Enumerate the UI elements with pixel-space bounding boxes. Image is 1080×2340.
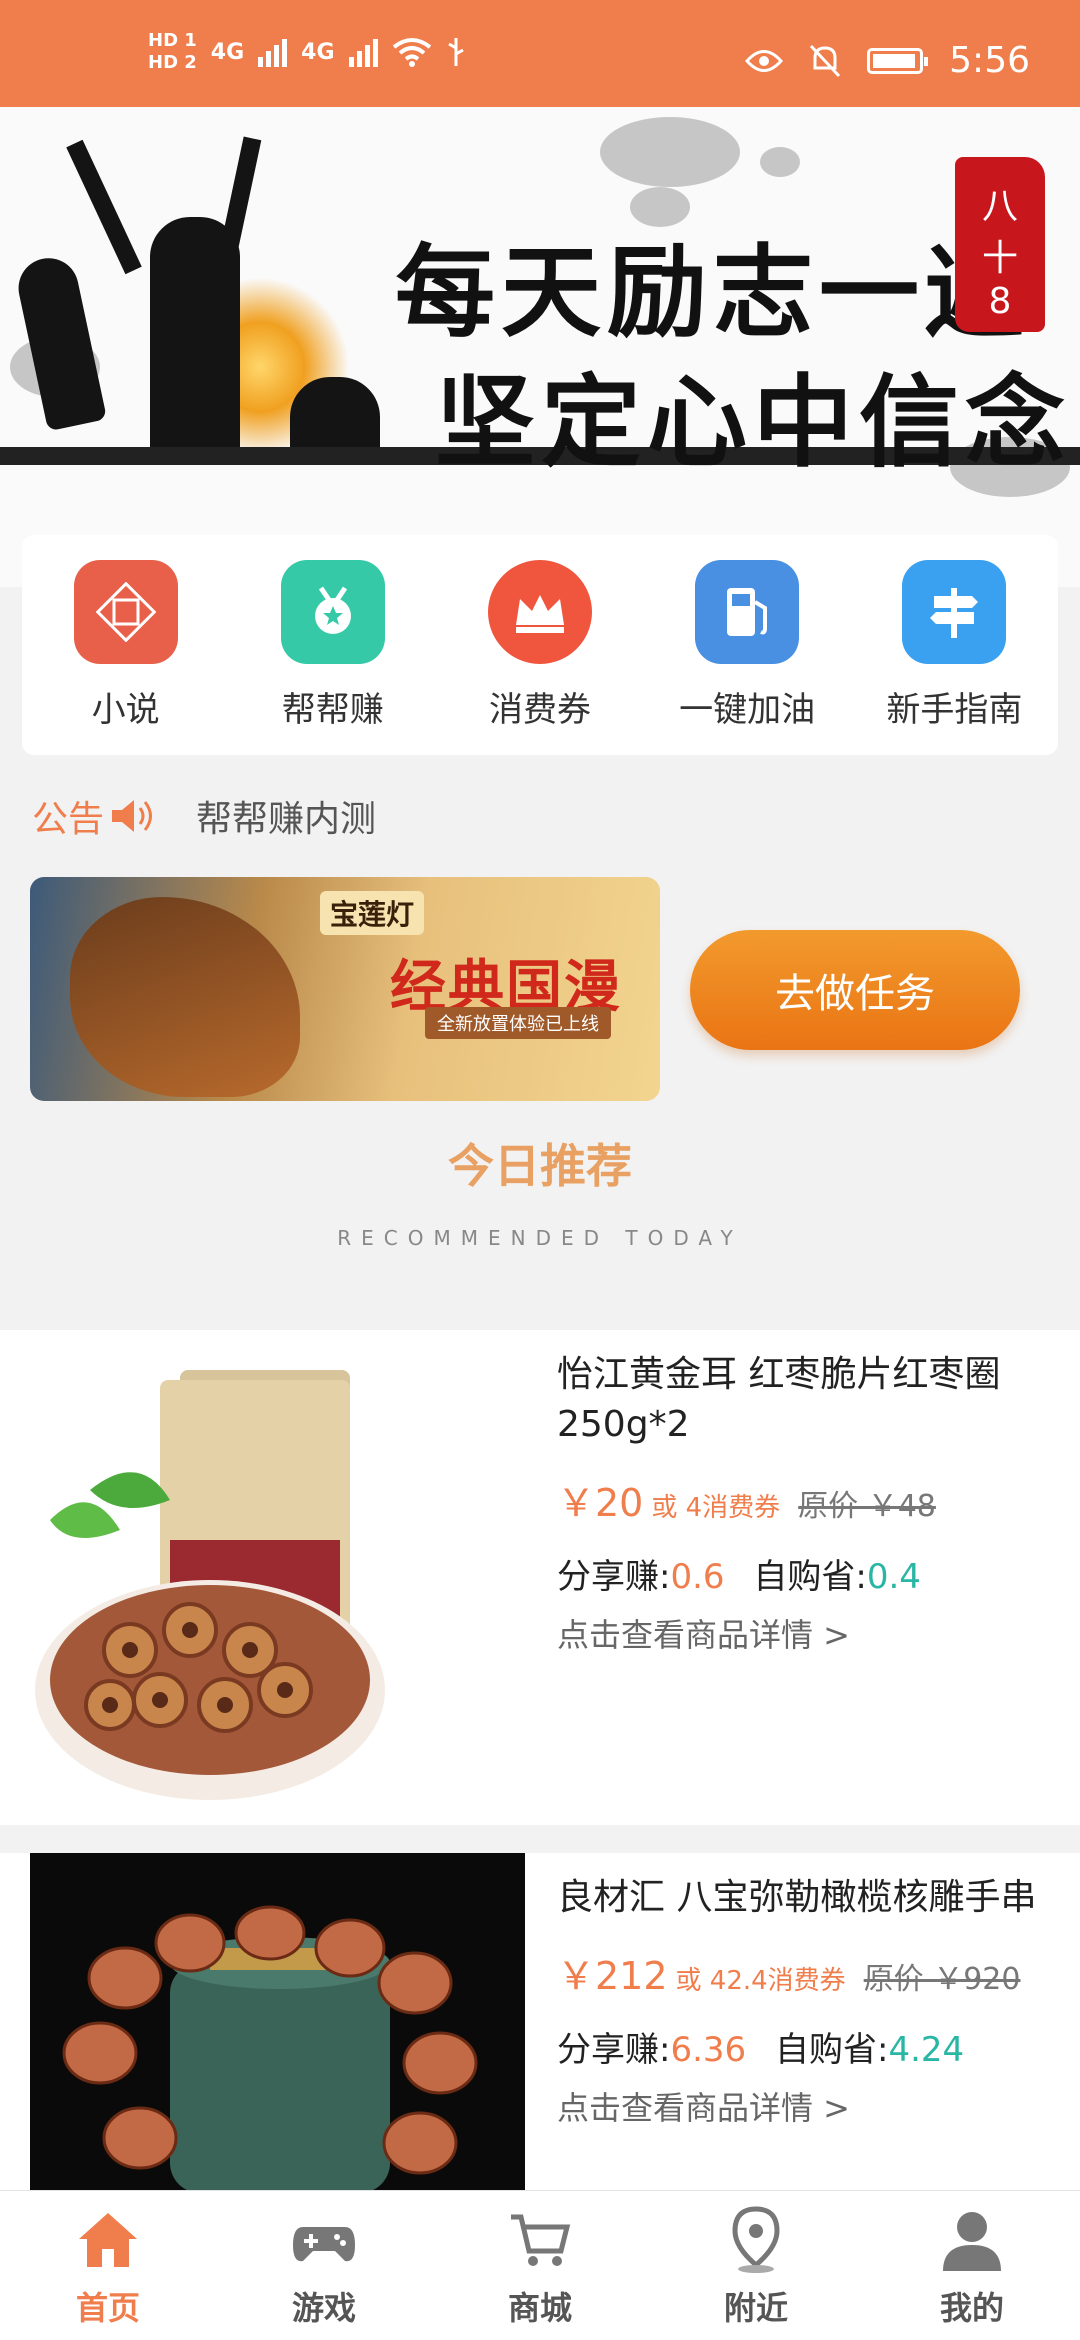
tab-label: 首页 (75, 2289, 140, 2327)
hd2-label: HD 2 (148, 52, 197, 73)
product-original-price: 原价 ￥920 (863, 1962, 1021, 1997)
tab-mall[interactable]: 商城 (432, 2191, 648, 2340)
product-title: 良材汇 八宝弥勒橄榄核雕手串 (557, 1877, 1037, 1918)
menu-label: 帮帮赚 (281, 690, 384, 730)
product-price-row: ￥20 或 4消费券 原价 ￥48 (557, 1472, 1072, 1527)
product-detail-link[interactable]: 点击查看商品详情 > (557, 2083, 1072, 2129)
product-earnings: 分享赚:0.6 自购省:0.4 (557, 1549, 1072, 1598)
product-price: ￥212 (557, 1954, 668, 1998)
menu-label: 小说 (91, 690, 160, 730)
tab-games[interactable]: 游戏 (216, 2191, 432, 2340)
home-icon (79, 2213, 137, 2267)
bottom-tab-bar: 首页 游戏 商城 附近 我的 (0, 2190, 1080, 2340)
crown-icon (487, 560, 592, 664)
menu-item-bangbangzhuan[interactable]: 帮帮赚 (243, 560, 423, 755)
product-card[interactable]: 良材汇 八宝弥勒橄榄核雕手串 ￥212 或 42.4消费券 原价 ￥920 分享… (0, 1853, 1080, 2193)
promo-logo: 宝莲灯 (320, 891, 425, 935)
share-earn-label: 分享赚: (557, 1557, 671, 1597)
recommend-title: 今日推荐 (448, 1139, 632, 1193)
red-seal-decoration: 八十8 (955, 157, 1045, 332)
signpost-icon (902, 560, 1007, 664)
cart-icon (511, 2214, 571, 2266)
promo-banner[interactable]: 宝莲灯 经典国漫 全新放置体验已上线 (30, 877, 660, 1101)
tab-mine[interactable]: 我的 (864, 2191, 1080, 2340)
quick-menu: 小说 帮帮赚 消费券 一键加油 新手指南 (22, 535, 1058, 755)
signal-icon (258, 37, 288, 67)
product-original-price: 原价 ￥48 (798, 1489, 936, 1524)
self-save-value: 0.4 (866, 1557, 921, 1597)
eye-icon (745, 49, 784, 72)
tab-label: 我的 (939, 2289, 1004, 2327)
menu-item-guide[interactable]: 新手指南 (864, 560, 1044, 755)
menu-label: 新手指南 (886, 690, 1023, 730)
product-card[interactable]: 怡江黄金耳 红枣脆片红枣圈250g*2 ￥20 或 4消费券 原价 ￥48 分享… (0, 1330, 1080, 1825)
product-price: ￥20 (557, 1481, 644, 1525)
share-earn-label: 分享赚: (557, 2030, 671, 2070)
hd1-label: HD 1 (148, 30, 197, 51)
announcement-text: 帮帮赚内测 (196, 799, 377, 840)
menu-item-novel[interactable]: 小说 (36, 560, 216, 755)
status-right: 5:56 (745, 40, 1030, 81)
battery-icon (867, 47, 929, 74)
tab-nearby[interactable]: 附近 (648, 2191, 864, 2340)
product-price-row: ￥212 或 42.4消费券 原价 ￥920 (557, 1945, 1072, 2000)
product-detail-link[interactable]: 点击查看商品详情 > (557, 1610, 1072, 1656)
self-save-label: 自购省: (753, 1557, 867, 1597)
promo-subtitle: 全新放置体验已上线 (425, 1007, 611, 1039)
location-icon (732, 2206, 780, 2273)
tab-label: 附近 (723, 2289, 788, 2327)
fuel-icon (695, 560, 800, 664)
user-icon (943, 2212, 1001, 2271)
tab-label: 游戏 (291, 2289, 356, 2327)
clock: 5:56 (949, 40, 1030, 81)
medal-icon (280, 560, 385, 664)
network1-label: 4G (210, 39, 245, 65)
product-image (30, 1360, 525, 1820)
signal-icon (348, 37, 378, 67)
wifi-icon (392, 38, 431, 67)
status-left: HD 1 HD 2 4G 4G (148, 30, 466, 74)
tab-home[interactable]: 首页 (0, 2191, 216, 2340)
speaker-icon (112, 800, 153, 832)
menu-label: 消费券 (488, 690, 591, 730)
novel-icon (73, 560, 178, 664)
network2-label: 4G (301, 39, 335, 65)
product-voucher-price: 或 4消费券 (651, 1493, 781, 1523)
recommend-subtitle: RECOMMENDED TODAY (337, 1226, 743, 1250)
do-task-button[interactable]: 去做任务 (690, 930, 1020, 1050)
self-save-label: 自购省: (774, 2030, 889, 2070)
share-earn-value: 6.36 (670, 2030, 747, 2070)
product-voucher-price: 或 42.4消费券 (675, 1966, 846, 1996)
menu-label: 一键加油 (679, 690, 816, 730)
menu-item-refuel[interactable]: 一键加油 (657, 560, 837, 755)
tab-label: 商城 (507, 2289, 572, 2327)
status-bar: HD 1 HD 2 4G 4G 5:56 (0, 0, 1080, 107)
usb-icon (447, 38, 464, 66)
product-image (30, 1853, 525, 2193)
product-info: 怡江黄金耳 红枣脆片红枣圈250g*2 ￥20 或 4消费券 原价 ￥48 分享… (557, 1350, 1072, 1656)
banner-line-2: 坚定心中信念 (435, 363, 1071, 481)
product-info: 良材汇 八宝弥勒橄榄核雕手串 ￥212 或 42.4消费券 原价 ￥920 分享… (557, 1873, 1072, 2129)
product-title: 怡江黄金耳 红枣脆片红枣圈250g*2 (557, 1354, 1001, 1445)
promo-character-image (70, 897, 300, 1097)
mute-bell-icon (810, 44, 841, 77)
menu-item-voucher[interactable]: 消费券 (450, 560, 630, 755)
announcement-bar[interactable]: 公告 帮帮赚内测 (32, 790, 376, 842)
motivational-banner[interactable]: 每天励志一遍 坚定心中信念 八十8 (0, 107, 1080, 587)
announcement-tag: 公告 (32, 799, 105, 840)
gamepad-icon (293, 2227, 355, 2262)
product-earnings: 分享赚:6.36 自购省:4.24 (557, 2022, 1072, 2071)
share-earn-value: 0.6 (670, 1557, 725, 1597)
self-save-value: 4.24 (888, 2030, 965, 2070)
hd-indicator: HD 1 HD 2 (148, 30, 197, 74)
